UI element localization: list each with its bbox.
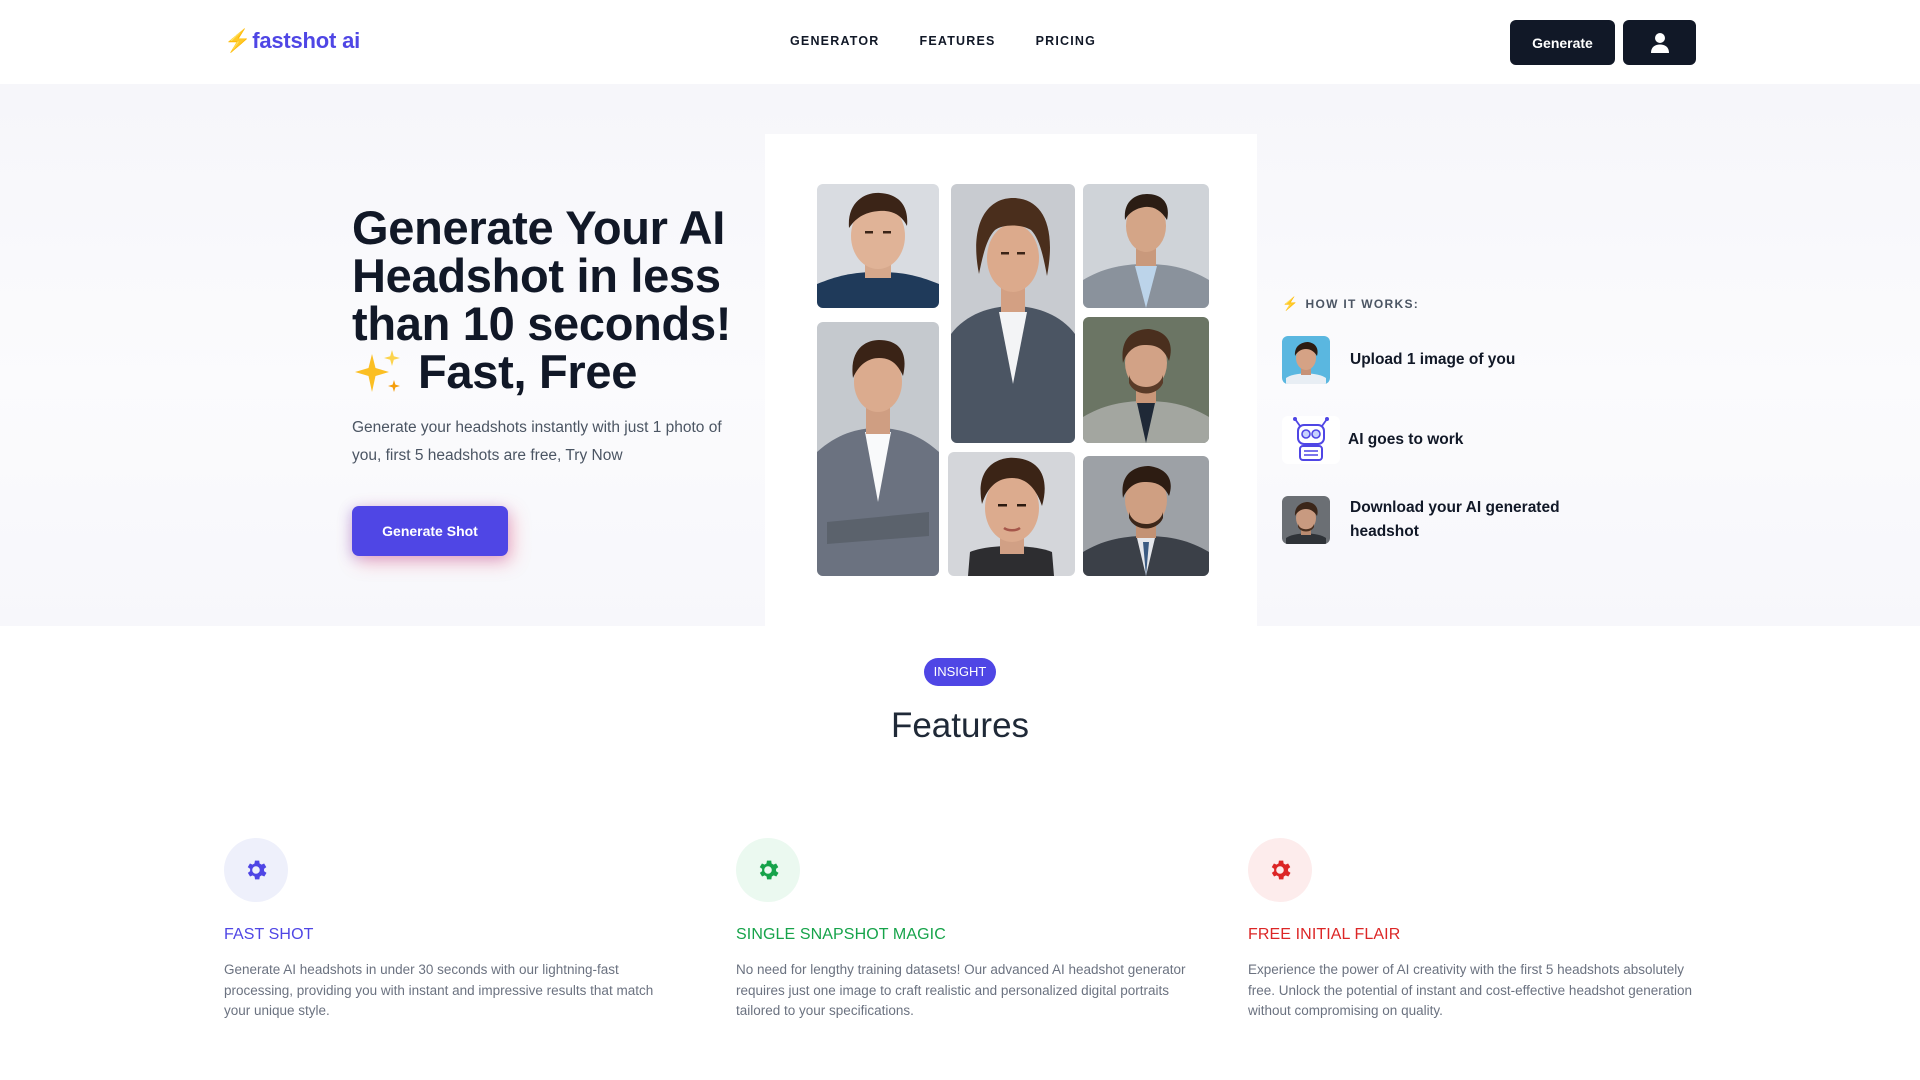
robot-icon: [1282, 416, 1340, 464]
feature-description: No need for lengthy training datasets! O…: [736, 962, 1186, 1018]
feature-card-single-snapshot: SINGLE SNAPSHOT MAGIC No need for length…: [736, 838, 1196, 1022]
headshot-image: [1083, 456, 1209, 576]
site-header: ⚡ fastshot ai GENERATOR FEATURES PRICING…: [0, 0, 1920, 84]
hero-title-tagline: Fast, Free: [418, 345, 638, 398]
sparkles-icon: [355, 350, 400, 392]
insight-badge: INSIGHT: [924, 658, 996, 686]
how-it-works-title: HOW IT WORKS:: [1305, 297, 1420, 311]
nav-features[interactable]: FEATURES: [920, 34, 996, 48]
how-it-works-heading: ⚡ HOW IT WORKS:: [1282, 296, 1419, 312]
headshot-image: [1083, 317, 1209, 443]
generate-button[interactable]: Generate: [1510, 20, 1615, 65]
hero-section: Generate Your AI Headshot in less than 1…: [0, 84, 1920, 626]
headshot-image: [948, 452, 1075, 576]
headshot-image: [1083, 184, 1209, 308]
feature-card-free-initial: FREE INITIAL FLAIR Experience the power …: [1248, 838, 1708, 1022]
hero-subtitle: Generate your headshots instantly with j…: [352, 419, 722, 464]
user-account-button[interactable]: [1623, 20, 1696, 65]
feature-title: SINGLE SNAPSHOT MAGIC: [736, 926, 946, 943]
how-step-download: Download your AI generated headshot: [1282, 496, 1602, 544]
headshot-image: [817, 322, 939, 576]
gear-icon: [224, 838, 288, 902]
logo-text: fastshot ai: [252, 28, 361, 53]
nav-generator[interactable]: GENERATOR: [790, 34, 880, 48]
feature-description: Generate AI headshots in under 30 second…: [224, 962, 654, 1018]
how-step-label: Upload 1 image of you: [1350, 351, 1516, 368]
headshot-image: [951, 184, 1075, 443]
how-step-label: Download your AI generated headshot: [1350, 499, 1560, 540]
user-icon: [1650, 32, 1669, 53]
main-nav: GENERATOR FEATURES PRICING: [790, 34, 1096, 48]
headshot-collage: [817, 184, 1209, 576]
generate-shot-button[interactable]: Generate Shot: [352, 506, 508, 556]
features-title: Features: [890, 706, 1030, 745]
hero-title: Generate Your AI Headshot in less than 1…: [352, 204, 772, 396]
how-step-upload: Upload 1 image of you: [1282, 336, 1602, 384]
feature-description: Experience the power of AI creativity wi…: [1248, 962, 1693, 1018]
logo[interactable]: ⚡ fastshot ai: [224, 28, 360, 54]
how-step-ai: AI goes to work: [1282, 416, 1602, 464]
bolt-icon: ⚡: [1282, 296, 1300, 311]
feature-title: FAST SHOT: [224, 926, 314, 943]
headshot-thumbnail-icon: [1282, 496, 1330, 544]
feature-title: FREE INITIAL FLAIR: [1248, 926, 1401, 943]
hero-title-main: Generate Your AI Headshot in less than 1…: [352, 201, 732, 350]
nav-pricing[interactable]: PRICING: [1036, 34, 1097, 48]
how-step-label: AI goes to work: [1348, 431, 1464, 448]
how-it-works: ⚡ HOW IT WORKS: Upload 1 image of you AI…: [1282, 296, 1560, 544]
gear-icon: [736, 838, 800, 902]
bolt-icon: ⚡: [224, 28, 252, 53]
headshot-image: [817, 184, 939, 308]
gear-icon: [1248, 838, 1312, 902]
photo-thumbnail-icon: [1282, 336, 1330, 384]
feature-card-fast-shot: FAST SHOT Generate AI headshots in under…: [224, 838, 684, 1022]
